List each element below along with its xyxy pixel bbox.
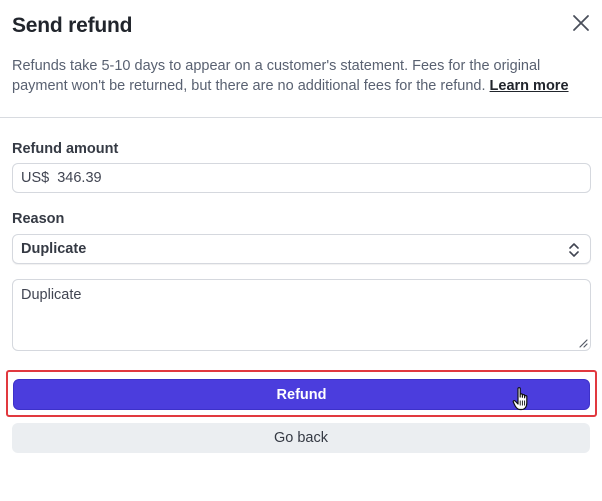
dialog-description: Refunds take 5-10 days to appear on a cu… [12, 56, 587, 96]
amount-value: 346.39 [57, 170, 102, 186]
description-text: Refunds take 5-10 days to appear on a cu… [12, 58, 541, 94]
reason-selected-value: Duplicate [21, 241, 87, 257]
dialog-title: Send refund [12, 14, 133, 37]
send-refund-dialog: Send refund Refunds take 5-10 days to ap… [0, 0, 602, 501]
refund-amount-input[interactable]: US$ 346.39 [12, 163, 591, 193]
reason-label: Reason [12, 211, 65, 227]
header-divider [0, 117, 602, 118]
refund-button[interactable]: Refund [13, 379, 590, 410]
refund-amount-label: Refund amount [12, 141, 119, 157]
go-back-button[interactable]: Go back [12, 423, 590, 453]
resize-handle-icon[interactable] [579, 339, 588, 348]
note-value: Duplicate [21, 287, 82, 303]
chevron-up-down-icon [569, 243, 579, 257]
currency-prefix: US$ [21, 170, 50, 186]
close-icon [573, 15, 589, 31]
learn-more-link[interactable]: Learn more [490, 78, 569, 94]
reason-select[interactable]: Duplicate [12, 234, 591, 264]
close-button[interactable] [568, 10, 594, 36]
reason-note-textarea[interactable]: Duplicate [12, 279, 591, 351]
